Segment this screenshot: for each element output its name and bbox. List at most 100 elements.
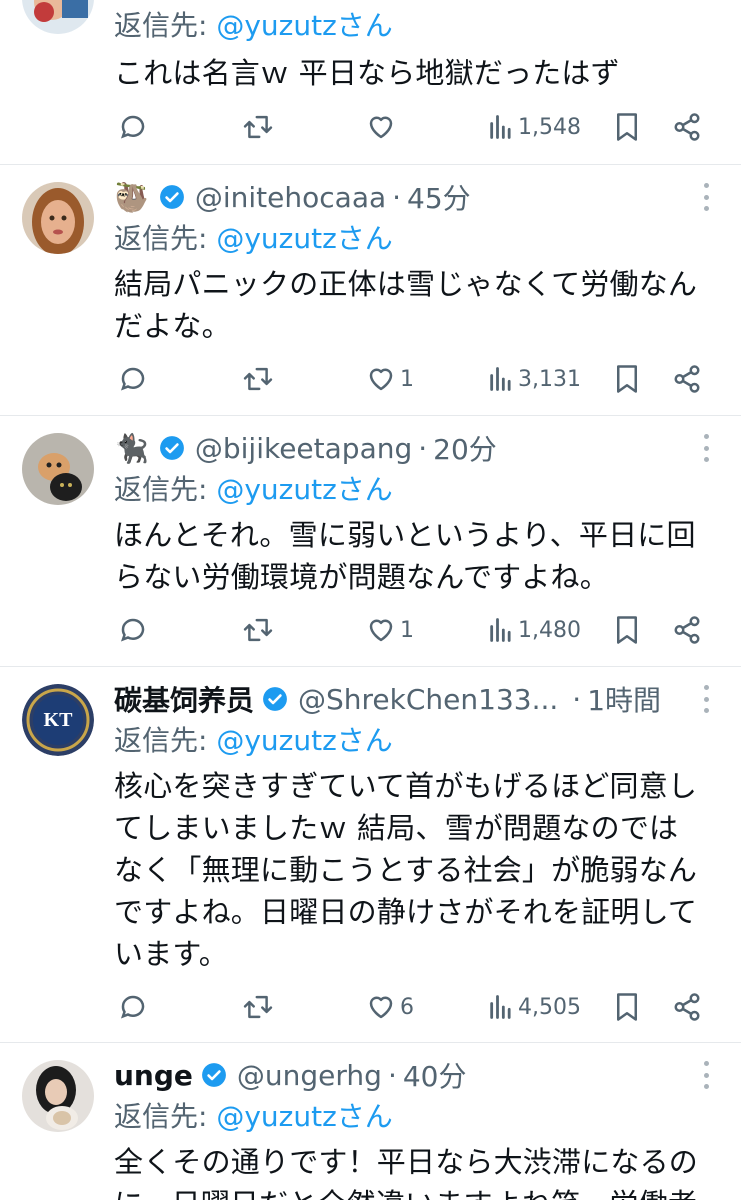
- avatar[interactable]: [22, 182, 94, 254]
- tweet-text-line: 結局パニックの正体は雪じゃなくて労働なん: [114, 267, 698, 301]
- avatar[interactable]: [22, 433, 94, 505]
- views-button[interactable]: 1,480: [488, 610, 581, 650]
- like-count: 6: [400, 994, 414, 1020]
- reply-mention-link[interactable]: @yuzutzさん: [216, 1100, 392, 1133]
- retweet-icon: [243, 995, 273, 1019]
- reply-mention-link[interactable]: @yuzutzさん: [216, 9, 392, 42]
- like-icon: [369, 619, 393, 642]
- like-icon: [369, 116, 393, 139]
- tweet-text-line: これは名言ｗ 平日なら地獄だったはず: [114, 56, 620, 90]
- bookmark-icon: [617, 365, 637, 393]
- more-icon[interactable]: [696, 183, 716, 211]
- tweet-text: 結局パニックの正体は雪じゃなくて労働なん だよな。: [114, 263, 724, 347]
- timestamp[interactable]: 1時間: [587, 679, 661, 719]
- separator-dot: ·: [418, 431, 428, 465]
- share-icon: [674, 365, 700, 393]
- tweet-text-line: らない労働環境が問題なんですよね。: [114, 560, 609, 594]
- retweet-button[interactable]: [242, 107, 274, 147]
- share-icon: [674, 616, 700, 644]
- views-count: 1,548: [518, 114, 581, 140]
- tweet-text-line: ですよね。日曜日の静けさがそれを証明して: [114, 895, 698, 929]
- display-name[interactable]: unge: [114, 1059, 193, 1092]
- tweet-actions: 1 3,131: [114, 359, 714, 399]
- tweet-text-line: 核心を突きすぎていて首がもげるほど同意し: [114, 769, 698, 803]
- views-button[interactable]: 1,548: [488, 107, 581, 147]
- tweet-text-line: てしまいましたｗ 結局、雪が問題なのでは: [114, 811, 679, 845]
- bookmark-button[interactable]: [614, 987, 640, 1027]
- views-button[interactable]: 4,505: [488, 987, 581, 1027]
- retweet-icon: [243, 115, 273, 139]
- reply-context: 返信先: @yuzutzさん: [114, 217, 393, 257]
- verified-icon: [159, 436, 184, 460]
- verified-icon: [263, 687, 287, 711]
- views-button[interactable]: 3,131: [488, 359, 581, 399]
- reply-button[interactable]: [118, 107, 148, 147]
- reply-icon: [120, 618, 145, 642]
- bookmark-icon: [617, 113, 637, 141]
- display-name[interactable]: 碳基饲养员: [114, 679, 254, 719]
- display-name-emoji[interactable]: 🐈‍⬛: [114, 432, 149, 465]
- share-button[interactable]: [672, 987, 702, 1027]
- retweet-button[interactable]: [242, 610, 274, 650]
- tweet-header: 🦥 @initehocaaa · 45分: [114, 177, 471, 217]
- tweet-text: ほんとそれ。雪に弱いというより、平日に回 らない労働環境が問題なんですよね。: [114, 514, 724, 598]
- like-count: 1: [400, 617, 414, 643]
- timestamp[interactable]: 40分: [403, 1055, 467, 1095]
- reply-mention-link[interactable]: @yuzutzさん: [216, 473, 392, 506]
- display-name-emoji[interactable]: 🦥: [114, 181, 149, 214]
- verified-icon: [159, 185, 184, 209]
- avatar[interactable]: [22, 0, 94, 34]
- more-icon[interactable]: [696, 1061, 716, 1089]
- reply-button[interactable]: [118, 610, 148, 650]
- views-icon: [490, 115, 511, 139]
- bookmark-icon: [617, 993, 637, 1021]
- timestamp[interactable]: 20分: [433, 428, 497, 468]
- reply-prefix: 返信先:: [114, 724, 217, 757]
- verified-icon: [201, 1063, 226, 1087]
- bookmark-button[interactable]: [614, 359, 640, 399]
- avatar[interactable]: [22, 1060, 94, 1132]
- share-button[interactable]: [672, 107, 702, 147]
- reply-icon: [120, 367, 145, 391]
- like-button[interactable]: 1: [366, 359, 414, 399]
- user-handle[interactable]: @bijikeetapang: [195, 432, 412, 465]
- tweet[interactable]: KT 碳基饲养员 @ShrekChen133... · 1時間 返信先: @yu…: [0, 667, 741, 1042]
- tweet-text-line: だよな。: [114, 309, 231, 343]
- separator-dot: ·: [572, 682, 582, 716]
- user-handle[interactable]: @initehocaaa: [195, 181, 386, 214]
- tweet[interactable]: 🐈‍⬛ @bijikeetapang · 20分 返信先: @yuzutzさん …: [0, 416, 741, 666]
- tweet-actions: 1 1,480: [114, 610, 714, 650]
- tweet-text-line: 全くその通りです！平日なら大渋滞になるの: [114, 1145, 699, 1179]
- tweet-header: 碳基饲养员 @ShrekChen133... · 1時間: [114, 679, 661, 719]
- bookmark-button[interactable]: [614, 610, 640, 650]
- like-button[interactable]: 6: [366, 987, 414, 1027]
- retweet-icon: [243, 367, 273, 391]
- tweet[interactable]: 返信先: @yuzutzさん これは名言ｗ 平日なら地獄だったはず 1,548: [0, 0, 741, 164]
- timestamp[interactable]: 45分: [407, 177, 471, 217]
- bookmark-button[interactable]: [614, 107, 640, 147]
- reply-button[interactable]: [118, 359, 148, 399]
- bookmark-icon: [617, 616, 637, 644]
- reply-button[interactable]: [118, 987, 148, 1027]
- more-icon[interactable]: [696, 685, 716, 713]
- like-button[interactable]: 1: [366, 610, 414, 650]
- retweet-button[interactable]: [242, 987, 274, 1027]
- reply-mention-link[interactable]: @yuzutzさん: [216, 724, 392, 757]
- tweet-header: 🐈‍⬛ @bijikeetapang · 20分: [114, 428, 497, 468]
- avatar[interactable]: KT: [22, 684, 94, 756]
- share-button[interactable]: [672, 610, 702, 650]
- user-handle[interactable]: @ShrekChen133...: [298, 683, 558, 716]
- reply-mention-link[interactable]: @yuzutzさん: [216, 222, 392, 255]
- user-handle[interactable]: @ungerhg: [237, 1059, 382, 1092]
- share-icon: [674, 113, 700, 141]
- tweet[interactable]: unge @ungerhg · 40分 返信先: @yuzutzさん 全くその通…: [0, 1043, 741, 1200]
- share-button[interactable]: [672, 359, 702, 399]
- retweet-button[interactable]: [242, 359, 274, 399]
- views-icon: [490, 995, 511, 1019]
- reply-context: 返信先: @yuzutzさん: [114, 719, 393, 759]
- views-count: 1,480: [518, 617, 581, 643]
- more-icon[interactable]: [696, 434, 716, 462]
- tweet[interactable]: 🦥 @initehocaaa · 45分 返信先: @yuzutzさん 結局パニ…: [0, 165, 741, 415]
- like-button[interactable]: [366, 107, 400, 147]
- separator-dot: ·: [387, 1058, 397, 1092]
